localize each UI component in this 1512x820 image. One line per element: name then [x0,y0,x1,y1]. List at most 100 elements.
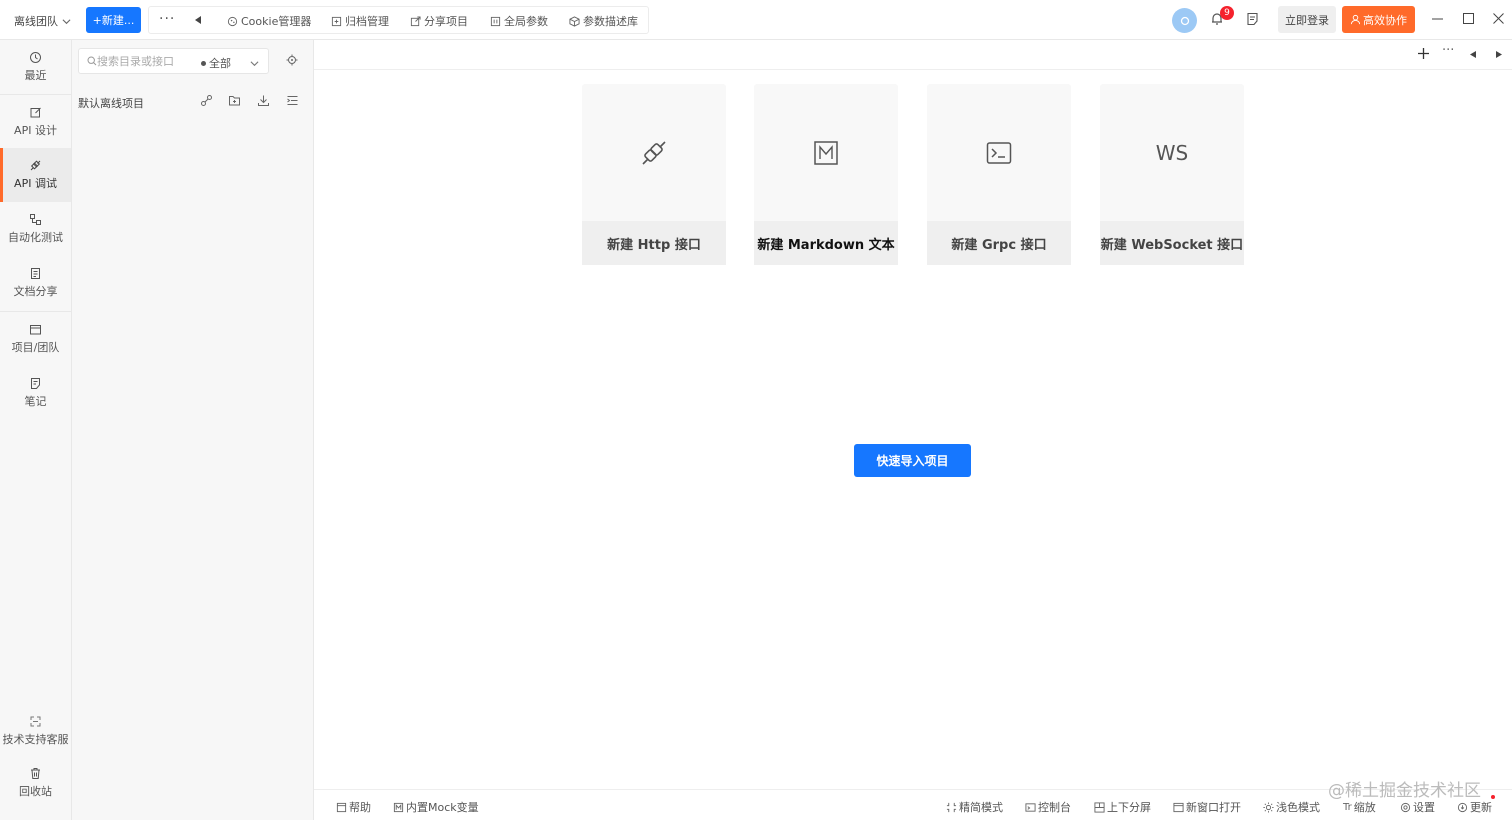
tab-prev-icon[interactable] [1469,50,1477,59]
help-button[interactable]: 帮助 [336,799,371,815]
link-icon[interactable] [200,94,213,107]
gear-icon [1400,802,1411,812]
mock-vars-label: 内置Mock变量 [406,801,479,814]
nav-item-doc-share[interactable]: 文档分享 [0,256,71,310]
tab-strip: ··· [314,40,1512,70]
nav-item-support[interactable]: 技术支持客服 [0,704,71,758]
collab-button[interactable]: 高效协作 [1342,6,1415,33]
update-button[interactable]: 更新 [1457,799,1492,815]
cube-icon [569,15,580,27]
archive-label: 归档管理 [345,15,389,28]
new-grpc-card[interactable]: 新建 Grpc 接口 [927,84,1071,265]
compact-mode-button[interactable]: 精简模式 [946,799,1003,815]
collapse-list-icon[interactable] [286,94,299,107]
locate-icon[interactable] [286,54,298,66]
team-selector[interactable]: 离线团队 [14,13,71,29]
tab-more-icon[interactable]: ··· [1442,43,1454,58]
card-label: 新建 Grpc 接口 [927,221,1071,265]
filter-label: 全部 [209,57,231,70]
card-icon-area [582,84,726,221]
maximize-icon[interactable] [1462,12,1475,25]
console-button[interactable]: 控制台 [1025,799,1071,815]
collab-label: 高效协作 [1363,13,1407,27]
new-websocket-card[interactable]: WS 新建 WebSocket 接口 [1100,84,1244,265]
light-mode-button[interactable]: 浅色模式 [1263,799,1320,815]
support-icon [30,716,41,727]
mock-icon [393,802,404,812]
nav-item-api-debug[interactable]: API 调试 [0,148,71,202]
plug-icon [30,160,41,171]
new-folder-icon[interactable] [228,94,241,107]
global-params-button[interactable]: 全局参数 [490,13,548,29]
nav-item-project-team[interactable]: 项目/团队 [0,312,71,366]
card-label: 新建 WebSocket 接口 [1100,221,1244,265]
scope-filter[interactable]: 全部 [201,55,259,71]
new-markdown-card[interactable]: 新建 Markdown 文本 [754,84,898,265]
top-bar: 离线团队 +新建... ··· Cookie管理器 归档管理 分享项目 全局参数 [0,0,1512,40]
share-project-label: 分享项目 [424,15,468,28]
nav-item-trash[interactable]: 回收站 [0,756,71,810]
split-icon [1094,801,1105,813]
new-button[interactable]: +新建... [86,7,141,33]
nav-item-notes[interactable]: 笔记 [0,366,71,420]
nav-label-recent: 最近 [24,69,47,82]
collapse-left-icon[interactable] [193,15,203,25]
nav-label-api-debug: API 调试 [14,177,57,190]
chevron-down-icon [250,60,259,66]
project-name[interactable]: 默认离线项目 [78,95,144,111]
sync-avatar[interactable] [1172,8,1197,33]
share-project-button[interactable]: 分享项目 [410,13,468,29]
toolbar: ··· Cookie管理器 归档管理 分享项目 全局参数 参数描述库 [148,6,649,34]
card-icon-area [927,84,1071,221]
filter-dot [201,60,206,66]
zoom-label: 缩放 [1353,801,1376,814]
watermark: @稀土掘金技术社区 [1328,781,1481,801]
update-label: 更新 [1470,801,1492,814]
search-input[interactable] [97,54,187,68]
card-icon-area [754,84,898,221]
sync-icon [1180,16,1189,25]
add-tab-icon[interactable] [1417,47,1430,60]
ws-icon: WS [1155,140,1189,165]
nav-label-automation: 自动化测试 [8,231,63,244]
search-box: 全部 [78,48,269,74]
login-button[interactable]: 立即登录 [1278,6,1336,33]
close-icon[interactable] [1492,12,1505,25]
tree-panel: 全部 默认离线项目 [72,40,314,820]
archive-button[interactable]: 归档管理 [331,13,389,29]
share-icon [410,15,421,26]
edit-icon [30,107,41,118]
more-icon[interactable]: ··· [159,11,175,27]
trash-icon [31,768,40,779]
app-window: 离线团队 +新建... ··· Cookie管理器 归档管理 分享项目 全局参数 [0,0,1512,820]
new-window-button[interactable]: 新窗口打开 [1173,799,1241,815]
cookie-manager-button[interactable]: Cookie管理器 [227,13,311,29]
new-http-card[interactable]: 新建 Http 接口 [582,84,726,265]
feedback-icon[interactable] [1246,12,1260,26]
new-window-label: 新窗口打开 [1186,801,1241,814]
settings-button[interactable]: 设置 [1400,799,1435,815]
light-mode-label: 浅色模式 [1276,801,1320,814]
global-params-label: 全局参数 [504,15,548,28]
download-icon[interactable] [257,94,270,107]
archive-icon [331,16,342,26]
quick-import-button[interactable]: 快速导入项目 [854,444,971,477]
zoom-button[interactable]: Tr 缩放 [1343,799,1376,815]
nav-item-recent[interactable]: 最近 [0,40,71,94]
search-icon [87,56,97,66]
nav-label-project-team: 项目/团队 [11,341,60,354]
compact-mode-label: 精简模式 [959,801,1003,814]
help-icon [336,802,347,812]
terminal-icon [986,141,1012,164]
mock-vars-button[interactable]: 内置Mock变量 [393,799,479,815]
user-icon [1350,14,1361,25]
nav-item-api-design[interactable]: API 设计 [0,95,71,149]
minimize-icon[interactable] [1431,12,1444,25]
left-nav: 最近 API 设计 API 调试 自动化测试 文档分享 项目/团队 笔记 技术支… [0,40,72,820]
nav-label-api-design: API 设计 [14,124,57,137]
split-view-button[interactable]: 上下分屏 [1094,799,1151,815]
nav-item-automation[interactable]: 自动化测试 [0,202,71,256]
param-library-button[interactable]: 参数描述库 [569,13,638,29]
tab-next-icon[interactable] [1495,50,1503,59]
console-icon [1025,802,1036,812]
